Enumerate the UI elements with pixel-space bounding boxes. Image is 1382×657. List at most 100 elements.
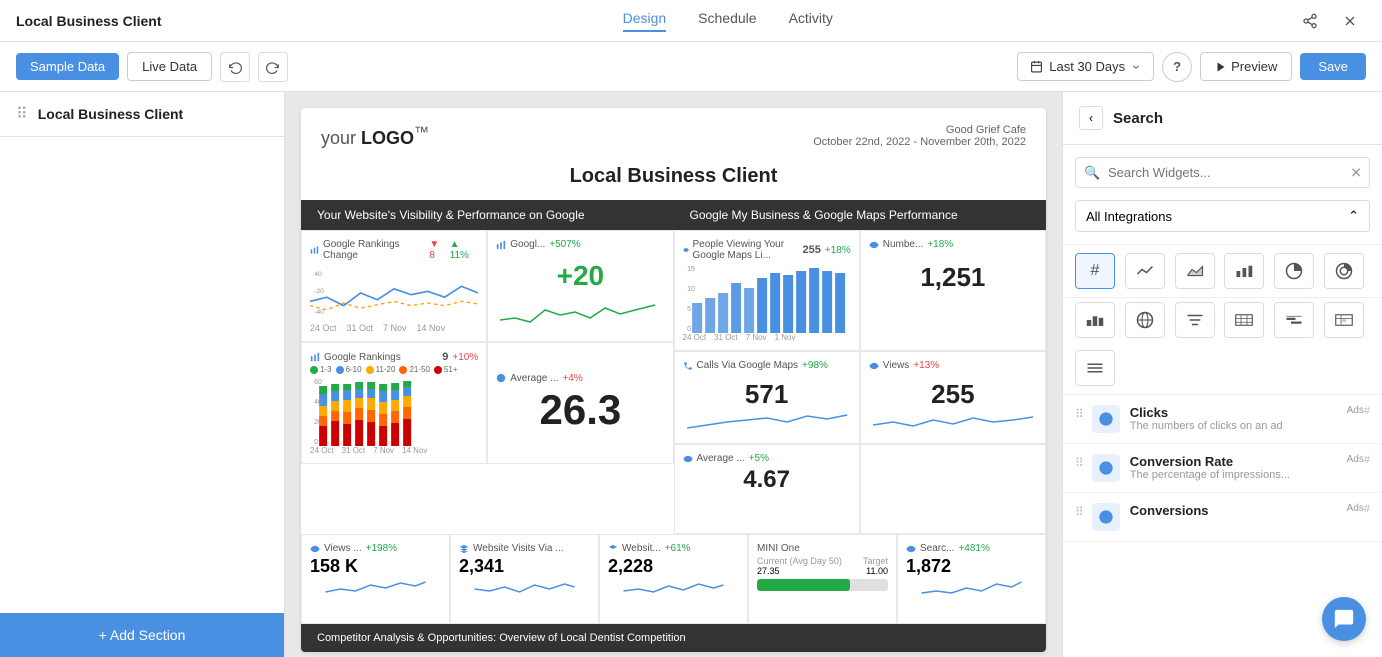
website2-value: 2,228	[608, 556, 739, 577]
save-button[interactable]: Save	[1300, 53, 1366, 80]
report-header: your LOGO™ Good Grief Cafe October 22nd,…	[301, 108, 1046, 157]
widget-type-pie[interactable]	[1274, 253, 1314, 289]
widget-list-item-clicks[interactable]: ⠿ Clicks The numbers of clicks on an ad …	[1063, 395, 1382, 444]
svg-text:5: 5	[687, 306, 691, 313]
tab-schedule[interactable]: Schedule	[698, 10, 756, 32]
website2-label: Websit...	[622, 543, 661, 554]
help-button[interactable]: ?	[1162, 52, 1192, 82]
close-button[interactable]	[1334, 5, 1366, 37]
green-value: +20	[496, 252, 664, 300]
searc-label: Searc...	[920, 543, 954, 554]
widget-website-visits: Website Visits Via ... 2,341	[450, 534, 599, 624]
widget-people-viewing: People Viewing Your Google Maps Li... 25…	[674, 230, 860, 351]
views-value: 255	[869, 379, 1037, 410]
widget-type-donut[interactable]	[1324, 253, 1364, 289]
widget-list-item-conversions[interactable]: ⠿ Conversions Ads #	[1063, 493, 1382, 542]
report-container: your LOGO™ Good Grief Cafe October 22nd,…	[301, 108, 1046, 652]
left-panel-header: ⠿ Local Business Client	[0, 92, 284, 137]
section1-header: Your Website's Visibility & Performance …	[301, 200, 674, 230]
widget-icon-conv-rate	[1092, 454, 1120, 482]
date-range-display: October 22nd, 2022 - November 20th, 2022	[813, 136, 1026, 148]
header-actions	[1294, 5, 1366, 37]
drag-handle-conv-rate: ⠿	[1075, 456, 1084, 470]
rankings-value: 9	[442, 351, 448, 363]
widget-type-column[interactable]	[1075, 302, 1115, 338]
google-label: Googl...	[510, 239, 545, 250]
list-view-row	[1063, 342, 1382, 395]
tab-design[interactable]: Design	[623, 10, 667, 32]
left-panel-content	[0, 137, 284, 613]
widget-number: Numbe... +18% 1,251	[860, 230, 1046, 351]
widget-info-conv-rate: Conversion Rate The percentage of impres…	[1130, 454, 1347, 481]
logo-text: your LOGO™	[321, 128, 429, 148]
widget-type-number[interactable]: #	[1075, 253, 1115, 289]
redo-button[interactable]	[258, 52, 288, 82]
conv-rate-tag: Ads	[1347, 454, 1364, 465]
widget-website2: Websit... +61% 2,228	[599, 534, 748, 624]
chat-bubble[interactable]	[1322, 597, 1366, 641]
date-range-button[interactable]: Last 30 Days	[1017, 52, 1154, 81]
website-visits-label: Website Visits Via ...	[473, 543, 564, 554]
widget-big-number: Average ... +4% 26.3	[487, 342, 673, 464]
toolbar-right: Last 30 Days ? Preview Save	[1017, 52, 1366, 82]
add-section-button[interactable]: + Add Section	[0, 613, 284, 657]
section2-row2: Calls Via Google Maps +98% 571 Vie	[674, 351, 1047, 444]
integrations-label: All Integrations	[1086, 209, 1172, 224]
svg-text:60: 60	[314, 379, 322, 386]
progress-fill	[757, 579, 850, 591]
calls-label: Calls Via Google Maps	[697, 360, 799, 371]
bottom-row: Views ... +198% 158 K Website Visits Via…	[301, 534, 1046, 624]
search-icon: 🔍	[1084, 165, 1100, 181]
widget-type-cross[interactable]	[1324, 302, 1364, 338]
section2-header: Google My Business & Google Maps Perform…	[674, 200, 1047, 230]
right-panel-header: ‹ Search	[1063, 92, 1382, 145]
widget-type-globe[interactable]	[1125, 302, 1165, 338]
widget-type-table2[interactable]	[1224, 302, 1264, 338]
widget-calls: Calls Via Google Maps +98% 571	[674, 351, 860, 444]
section1-row1: Google Rankings Change ▼ 8 ▲ 11% 40 -20	[301, 230, 674, 342]
widget-type-bar[interactable]	[1224, 253, 1264, 289]
section-gmb: Google My Business & Google Maps Perform…	[674, 200, 1047, 534]
live-data-button[interactable]: Live Data	[127, 52, 212, 81]
section-visibility: Your Website's Visibility & Performance …	[301, 200, 674, 534]
date-range-label: Last 30 Days	[1049, 59, 1125, 74]
clicks-desc: The numbers of clicks on an ad	[1130, 420, 1347, 432]
clicks-name: Clicks	[1130, 405, 1347, 420]
widget-type-gantt[interactable]	[1274, 302, 1314, 338]
calls-sparkline	[683, 410, 851, 432]
company-name: Good Grief Cafe	[813, 124, 1026, 136]
svg-text:15: 15	[687, 266, 695, 273]
clicks-tag: Ads	[1347, 405, 1364, 416]
widget-type-line[interactable]	[1125, 253, 1165, 289]
right-panel: ‹ Search 🔍 ✕ All Integrations ⌃ #	[1062, 92, 1382, 657]
search-box: 🔍 ✕	[1075, 157, 1370, 188]
clicks-hash: #	[1364, 405, 1370, 417]
logo-area: your LOGO™	[321, 124, 429, 149]
conversions-tag: Ads	[1347, 503, 1364, 514]
left-panel-title: Local Business Client	[38, 106, 183, 122]
chevron-down-icon: ⌃	[1348, 208, 1359, 224]
share-button[interactable]	[1294, 5, 1326, 37]
number-label: Numbe...	[883, 239, 924, 250]
views-bottom-spark	[310, 577, 441, 597]
tab-activity[interactable]: Activity	[789, 10, 833, 32]
drag-icon: ⠿	[16, 104, 28, 124]
widget-type-filter[interactable]	[1175, 302, 1215, 338]
sparkline-google	[496, 300, 664, 325]
sample-data-button[interactable]: Sample Data	[16, 53, 119, 80]
chart-xaxis: 24 Oct31 Oct7 Nov14 Nov	[310, 323, 478, 333]
svg-text:-20: -20	[314, 288, 324, 295]
integrations-select[interactable]: All Integrations ⌃	[1075, 200, 1370, 232]
people-chart: 0 5 10 15	[683, 263, 851, 333]
preview-button[interactable]: Preview	[1200, 52, 1292, 81]
big-number-display: 26.3	[496, 386, 664, 434]
widget-list-item-conversion-rate[interactable]: ⠿ Conversion Rate The percentage of impr…	[1063, 444, 1382, 493]
collapse-panel-button[interactable]: ‹	[1079, 106, 1103, 130]
undo-button[interactable]	[220, 52, 250, 82]
clear-search-button[interactable]: ✕	[1350, 164, 1362, 181]
widget-type-list[interactable]	[1075, 350, 1115, 386]
section-footer: Competitor Analysis & Opportunities: Ove…	[301, 624, 1046, 652]
search-input[interactable]	[1075, 157, 1370, 188]
svg-text:40: 40	[314, 271, 322, 278]
widget-type-area[interactable]	[1175, 253, 1215, 289]
